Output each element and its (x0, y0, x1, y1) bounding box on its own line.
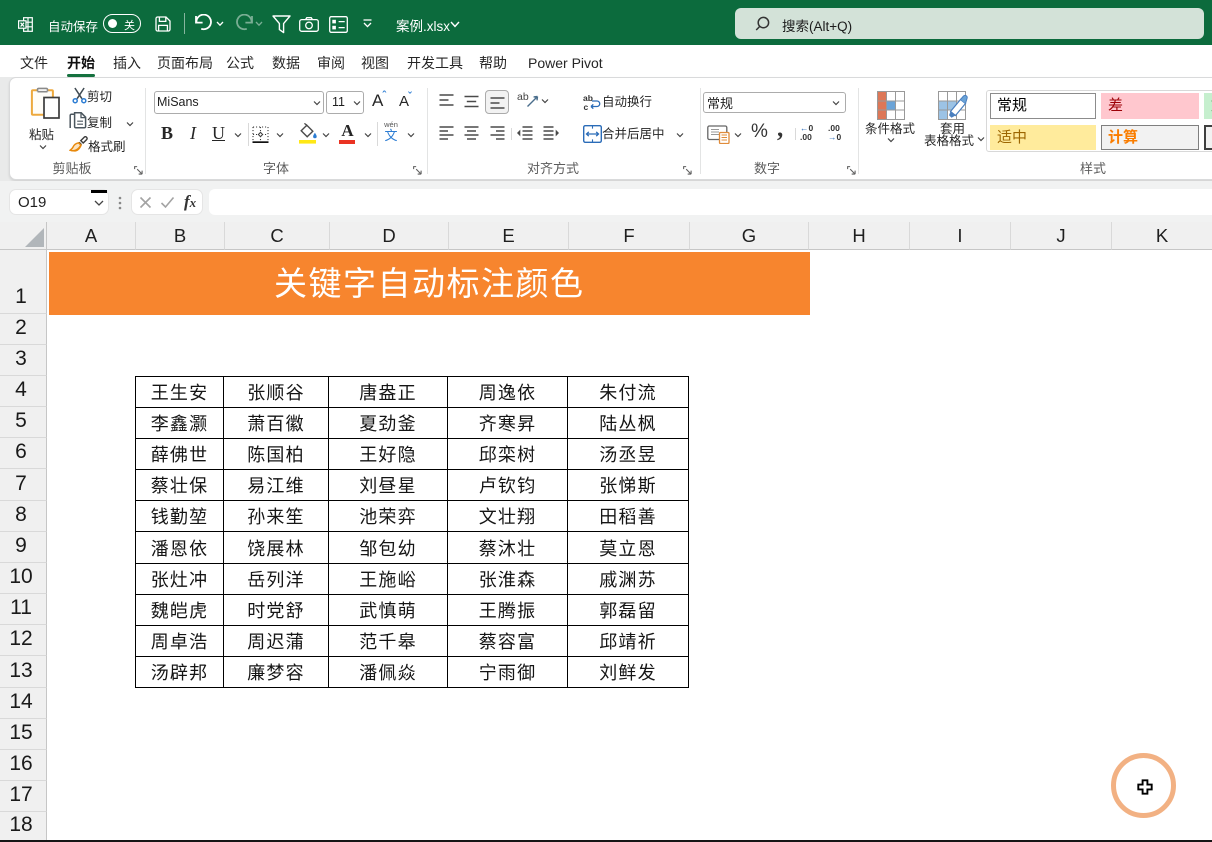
svg-text:c: c (584, 102, 589, 112)
